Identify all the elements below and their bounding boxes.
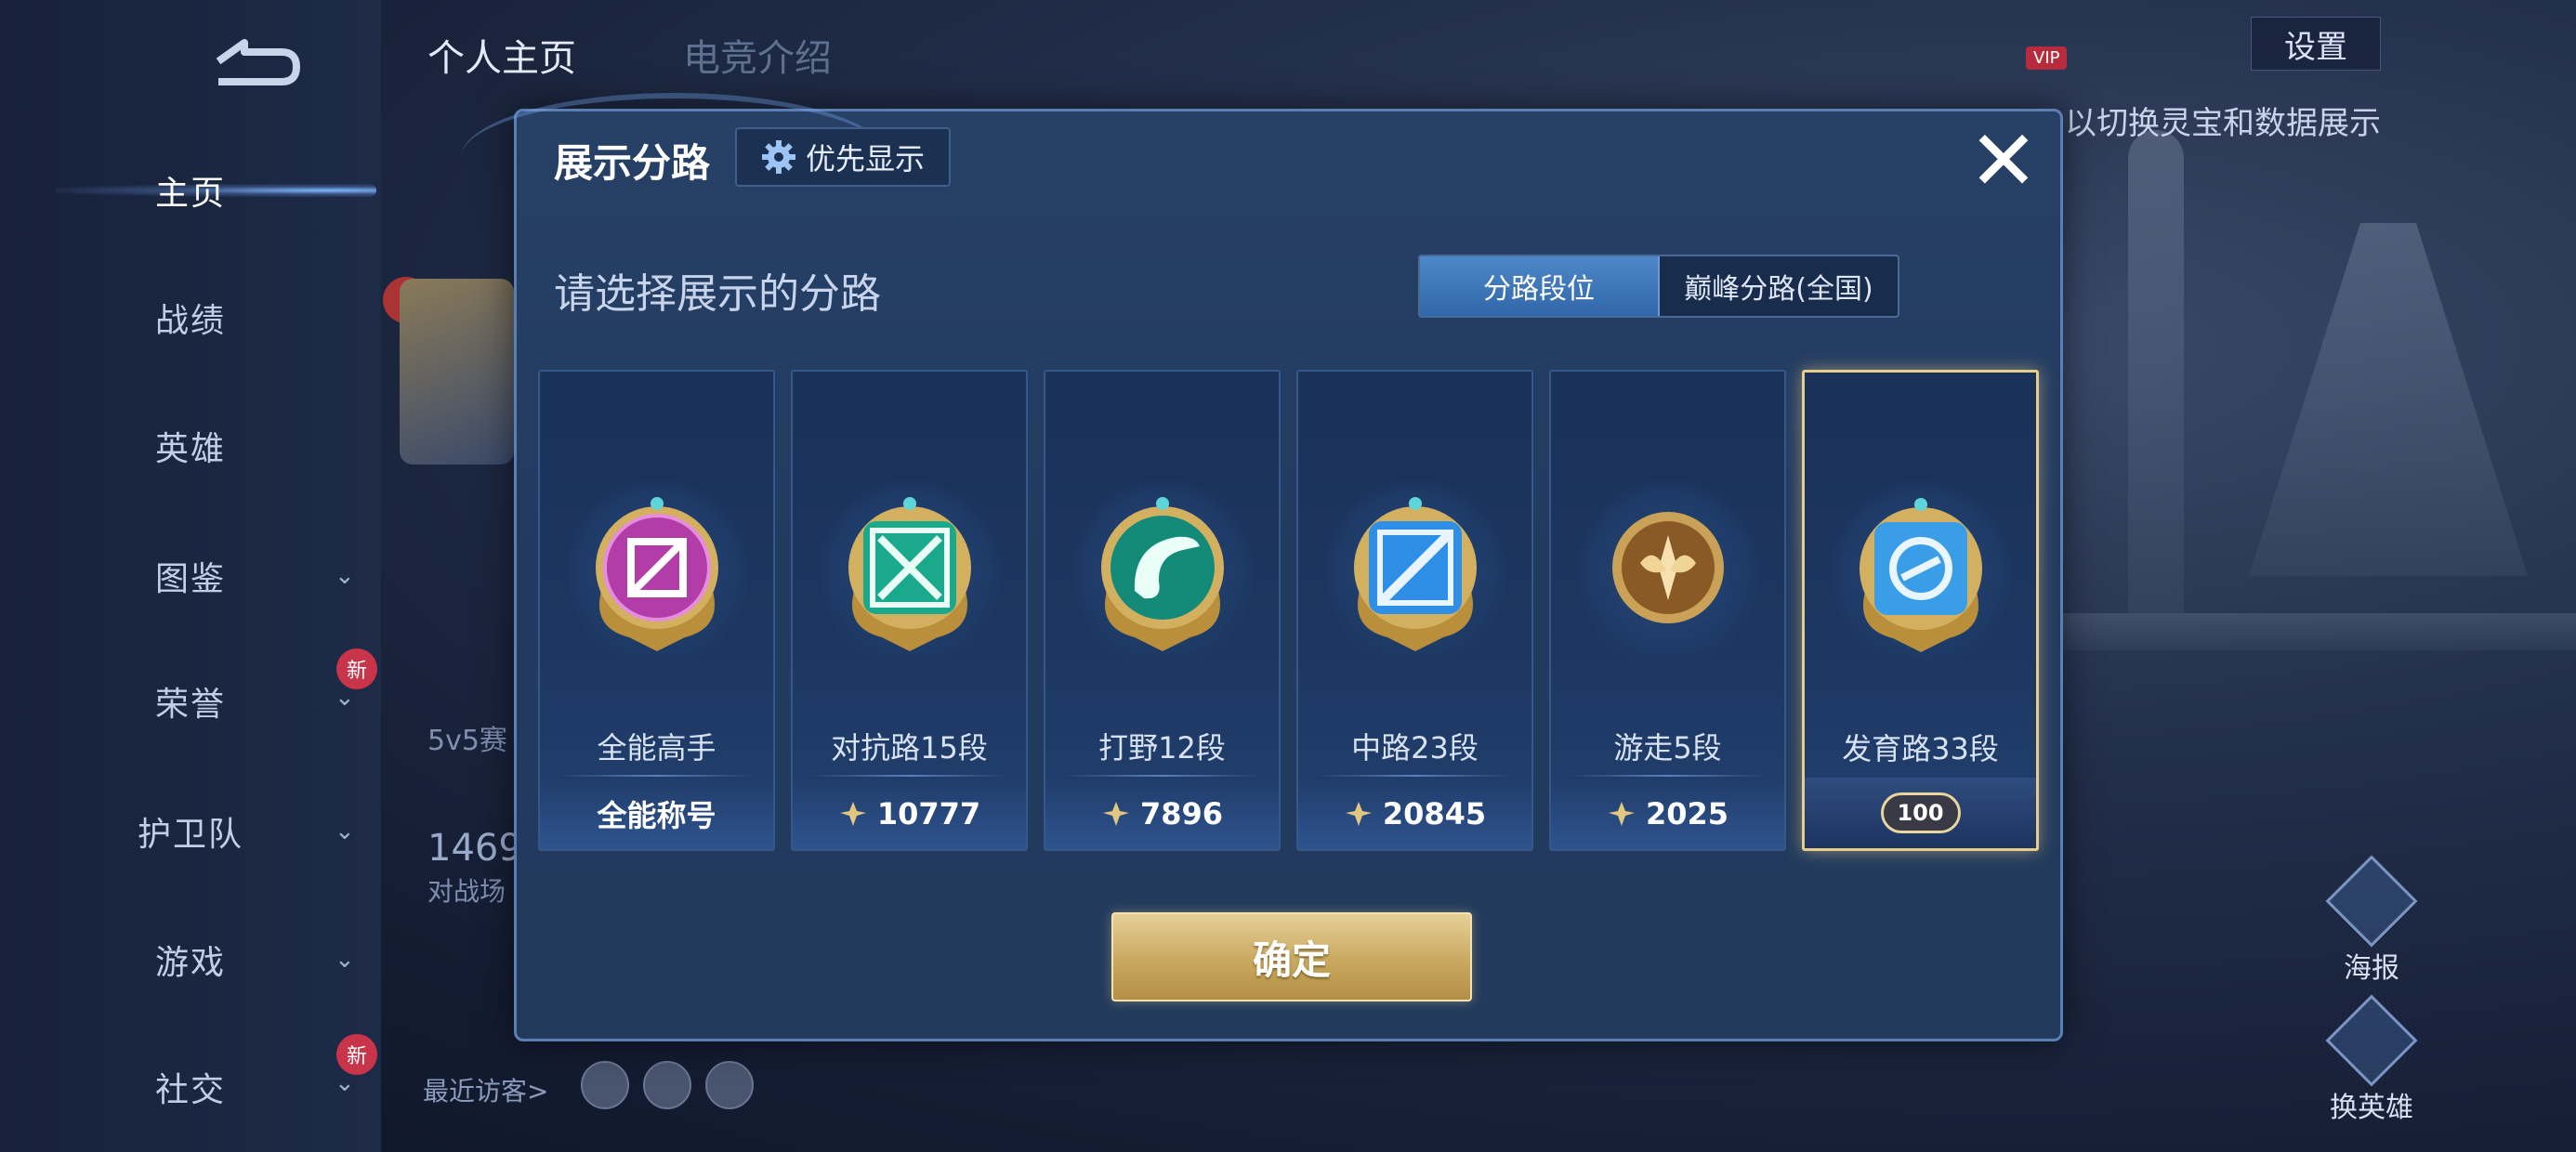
- poster-button[interactable]: 海报: [2316, 855, 2427, 986]
- tab-lane-rank[interactable]: 分路段位: [1420, 256, 1660, 316]
- card-divider: [559, 775, 755, 777]
- lane-name: 全能高手: [597, 730, 716, 766]
- card-divider: [1317, 775, 1513, 777]
- display-lane-dialog: 展示分路 优先显示 ✕ 请选择展示的分路 分路段位 巅峰分路(全国) 全能高手 …: [461, 93, 2063, 1041]
- card-footer: 10777: [793, 779, 1026, 849]
- peak-score: 20845: [1382, 796, 1487, 831]
- sidebar-item-honor[interactable]: 荣誉 新 ⌄: [0, 648, 381, 743]
- priority-display-button[interactable]: 优先显示: [735, 127, 951, 187]
- tab-peak-lane-national[interactable]: 巅峰分路(全国): [1660, 256, 1898, 316]
- lane-name: 打野12段: [1098, 730, 1226, 766]
- card-footer: 2025: [1551, 779, 1784, 849]
- peak-score-icon: [1102, 802, 1129, 826]
- close-button[interactable]: ✕: [1965, 112, 2043, 210]
- sidebar-item-heroes[interactable]: 英雄: [0, 404, 381, 488]
- poster-icon: [2325, 855, 2418, 948]
- back-arrow-icon[interactable]: [200, 35, 302, 87]
- change-hero-button[interactable]: 换英雄: [2316, 994, 2427, 1125]
- lane-name: 游走5段: [1613, 730, 1722, 766]
- chevron-down-icon: ⌄: [335, 818, 355, 845]
- peak-score-icon: [1345, 802, 1372, 826]
- avatar[interactable]: [400, 279, 514, 465]
- match-count: 1469: [427, 827, 522, 870]
- lane-name: 发育路33段: [1842, 731, 1999, 766]
- peak-score-icon: [839, 802, 866, 826]
- lane-name: 对抗路15段: [831, 730, 988, 766]
- peak-score: 7896: [1139, 796, 1224, 831]
- lane-name: 中路23段: [1351, 730, 1479, 766]
- card-footer: 全能称号: [540, 779, 773, 849]
- settings-button[interactable]: 设置: [2251, 17, 2381, 71]
- chevron-down-icon: ⌄: [335, 684, 355, 712]
- change-hero-icon: [2325, 994, 2418, 1087]
- view-toggle: 分路段位 巅峰分路(全国): [1418, 255, 1899, 318]
- lane-card-allround[interactable]: 全能高手 全能称号: [538, 370, 775, 851]
- card-footer: 20845: [1298, 779, 1531, 849]
- recent-visitors-link[interactable]: 最近访客>: [423, 1071, 548, 1108]
- chevron-down-icon: ⌄: [335, 562, 355, 590]
- chevron-down-icon: ⌄: [335, 946, 355, 974]
- confirm-button[interactable]: 确定: [1111, 912, 1472, 1001]
- background-castle-spire: [2128, 130, 2184, 613]
- card-footer: 7896: [1045, 779, 1279, 849]
- card-divider: [811, 775, 1007, 777]
- close-icon: ✕: [1968, 112, 2039, 210]
- peak-score: 2025: [1645, 796, 1729, 831]
- sidebar-item-codex[interactable]: 图鉴 ⌄: [0, 534, 381, 618]
- title-label: 全能称号: [597, 798, 716, 833]
- match-count-label: 对战场: [427, 876, 506, 907]
- lane-card-farm[interactable]: 发育路33段 100: [1802, 370, 2039, 851]
- lane-card-jungle[interactable]: 打野12段 7896: [1044, 370, 1281, 851]
- sidebar-item-home[interactable]: 主页: [0, 149, 381, 232]
- clash-lane-emblem-icon: [848, 497, 971, 651]
- visitor-avatar[interactable]: [705, 1061, 754, 1109]
- hint-text: 以切换灵宝和数据展示: [2065, 105, 2381, 142]
- tab-personal-home[interactable]: 个人主页: [427, 28, 576, 82]
- background-castle-spire: [2249, 223, 2528, 576]
- visitor-avatar[interactable]: [643, 1061, 691, 1109]
- card-footer: 100: [1805, 778, 2036, 848]
- mode-label: 5v5赛: [427, 725, 507, 757]
- peak-score-icon: [1608, 802, 1635, 826]
- sidebar-item-games[interactable]: 游戏 ⌄: [0, 918, 381, 1001]
- gear-icon: [761, 140, 795, 174]
- jungle-dragon-emblem-icon: [1100, 497, 1224, 651]
- allround-emblem-icon: [595, 497, 718, 651]
- lane-card-clash[interactable]: 对抗路15段 10777: [791, 370, 1028, 851]
- visitor-avatar[interactable]: [581, 1061, 629, 1109]
- farm-lane-emblem-icon: [1859, 498, 1982, 652]
- card-divider: [1570, 775, 1766, 777]
- lane-card-roam[interactable]: 游走5段 2025: [1549, 370, 1786, 851]
- roam-emblem-icon: [1611, 512, 1724, 623]
- mid-lane-emblem-icon: [1353, 497, 1477, 651]
- sidebar-item-records[interactable]: 战绩: [0, 276, 381, 360]
- rank-star-badge: 100: [1880, 792, 1961, 833]
- dialog-title: 展示分路: [554, 140, 711, 186]
- lane-card-mid[interactable]: 中路23段 20845: [1296, 370, 1533, 851]
- sidebar-item-guard-team[interactable]: 护卫队 ⌄: [0, 790, 381, 873]
- dialog-subtitle: 请选择展示的分路: [554, 270, 881, 318]
- sidebar: 主页 战绩 英雄 图鉴 ⌄ 荣誉 新 ⌄ 护卫队 ⌄ 游戏 ⌄ 社交 新 ⌄: [0, 0, 381, 1152]
- sidebar-item-social[interactable]: 社交 新 ⌄: [0, 1034, 381, 1129]
- vip-badge[interactable]: VIP: [2026, 46, 2068, 70]
- card-divider: [1064, 775, 1260, 777]
- peak-score: 10777: [876, 796, 981, 831]
- tab-esports-intro[interactable]: 电竞介绍: [683, 28, 832, 82]
- chevron-down-icon: ⌄: [335, 1069, 355, 1097]
- background-bridge: [2063, 613, 2576, 650]
